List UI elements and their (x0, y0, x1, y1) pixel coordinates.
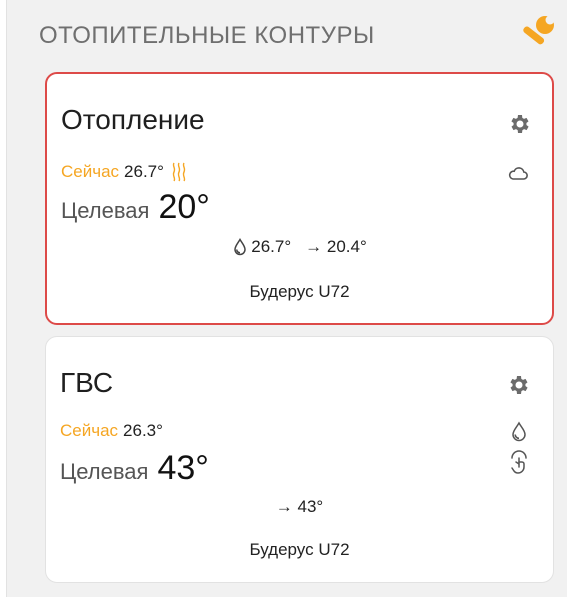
boiler-name: Будерус U72 (249, 282, 350, 301)
target-temperature[interactable]: 43° (157, 449, 208, 488)
gear-icon[interactable] (507, 112, 531, 136)
target-label: Целевая (61, 198, 150, 223)
return-temperature: → 20.4° (305, 237, 367, 256)
heating-circuit-card[interactable]: Отопление Сейчас 26.7° Целевая 20° 26.7°… (45, 72, 554, 325)
current-temperature-row: Сейчас 26.3° (60, 421, 163, 441)
current-temperature: 26.7° (124, 162, 164, 181)
flow-temperatures-row: 26.7° → 20.4° (47, 237, 552, 257)
wrench-icon[interactable] (517, 14, 557, 50)
target-temperature[interactable]: 20° (158, 188, 209, 227)
drop-icon (512, 421, 526, 442)
circuit-title: ГВС (60, 367, 114, 398)
target-temperature-row: Целевая 43° (60, 449, 209, 488)
section-title: ОТОПИТЕЛЬНЫЕ КОНТУРЫ (39, 22, 375, 49)
cloud-icon (508, 167, 528, 180)
heating-circuits-panel: ОТОПИТЕЛЬНЫЕ КОНТУРЫ Отопление Сейчас 26… (6, 0, 567, 597)
gear-icon[interactable] (506, 373, 530, 397)
current-temperature-row: Сейчас 26.7° (61, 162, 186, 182)
now-label: Сейчас (61, 162, 120, 181)
drop-icon (234, 238, 247, 256)
circuit-title: Отопление (61, 104, 205, 135)
now-label: Сейчас (60, 421, 119, 440)
target-temperature-row: Целевая 20° (61, 188, 210, 227)
boiler-name: Будерус U72 (249, 540, 350, 559)
target-label: Целевая (60, 459, 149, 484)
heating-waves-icon (172, 162, 186, 182)
current-temperature: 26.3° (123, 421, 163, 440)
hot-water-circuit-card[interactable]: ГВС Сейчас 26.3° Целевая 43° → 43° Будер… (45, 336, 554, 583)
flow-temperature: 26.7° (251, 237, 292, 256)
hand-touch-icon (511, 450, 527, 474)
return-temperature: → 43° (275, 497, 324, 516)
flow-temperatures-row: → 43° (46, 497, 553, 517)
